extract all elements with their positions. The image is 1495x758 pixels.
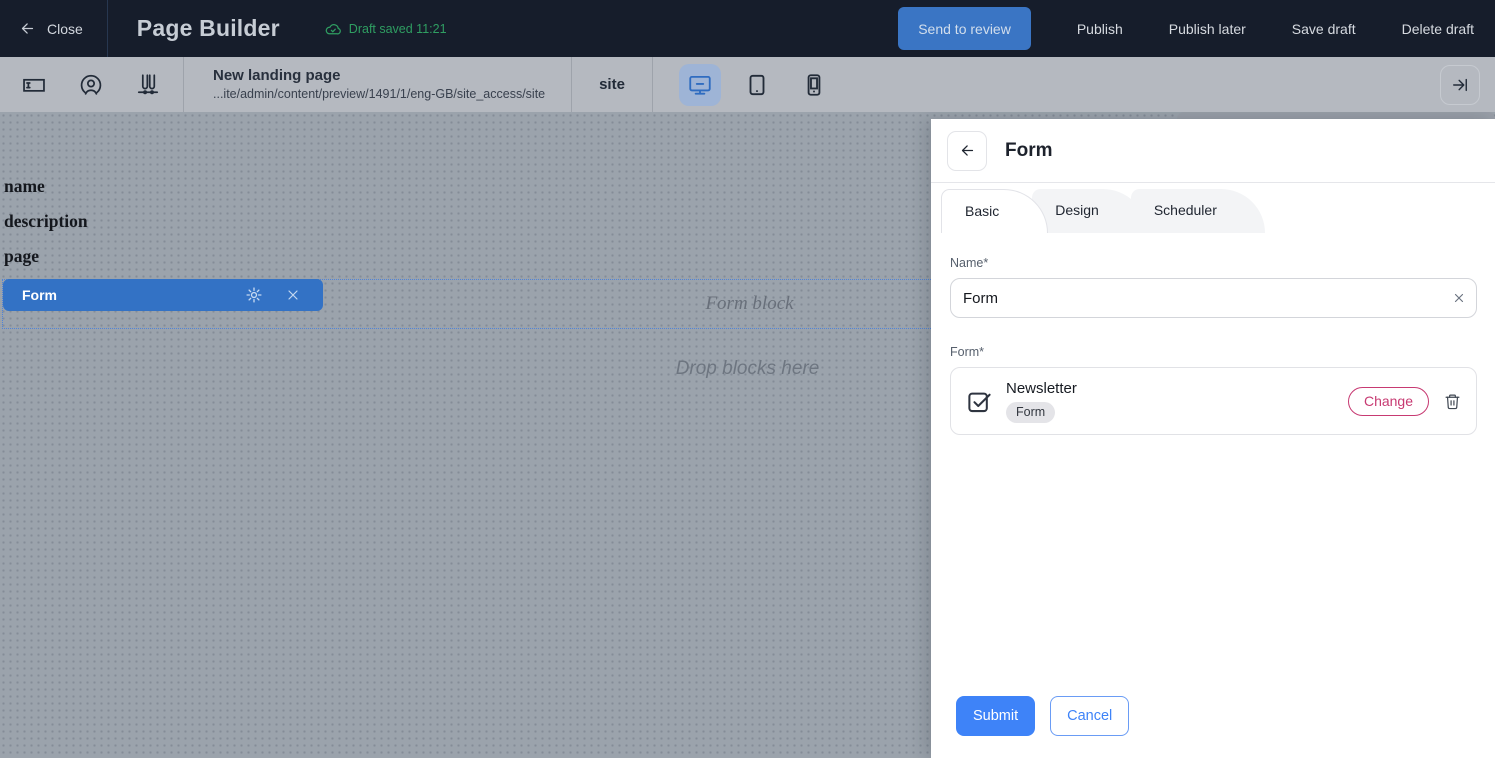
autosave-status: Draft saved 11:21 bbox=[324, 20, 447, 38]
panel-footer: Submit Cancel bbox=[956, 696, 1129, 736]
versions-icon[interactable] bbox=[135, 72, 161, 98]
panel-back-button[interactable] bbox=[947, 131, 987, 171]
topbar: Close Page Builder Draft saved 11:21 Sen… bbox=[0, 0, 1495, 57]
panel-body: Name* Form* Newsletter Form Change bbox=[931, 233, 1495, 435]
selected-form-card: Newsletter Form Change bbox=[950, 367, 1477, 435]
block-config-panel: Form Basic Design Scheduler Name* Form* … bbox=[931, 119, 1495, 758]
trash-icon[interactable] bbox=[1444, 393, 1461, 410]
close-label: Close bbox=[47, 21, 83, 37]
tablet-preview-button[interactable] bbox=[736, 64, 778, 106]
toolbar-icon-group bbox=[0, 72, 183, 98]
canvas-field-description: description bbox=[4, 211, 88, 232]
content-type-badge: Form bbox=[1006, 402, 1055, 423]
clear-input-icon[interactable] bbox=[1452, 291, 1466, 305]
desktop-icon bbox=[687, 72, 713, 98]
back-arrow-icon bbox=[19, 20, 36, 37]
block-action-bar: Form bbox=[3, 279, 323, 311]
autosave-text: Draft saved 11:21 bbox=[349, 22, 447, 36]
profile-icon[interactable] bbox=[78, 72, 104, 98]
back-arrow-icon bbox=[959, 142, 976, 159]
page-path: ...ite/admin/content/preview/1491/1/eng-… bbox=[213, 86, 571, 102]
preview-toolbar: New landing page ...ite/admin/content/pr… bbox=[0, 57, 1495, 112]
mobile-icon bbox=[801, 72, 827, 98]
device-switcher bbox=[679, 64, 835, 106]
delete-draft-button[interactable]: Delete draft bbox=[1402, 21, 1474, 37]
page-info: New landing page ...ite/admin/content/pr… bbox=[184, 67, 571, 102]
topbar-actions: Send to review Publish Publish later Sav… bbox=[898, 7, 1495, 50]
toolbar-divider bbox=[652, 57, 653, 112]
panel-tabs: Basic Design Scheduler bbox=[931, 189, 1495, 233]
block-label: Form bbox=[3, 287, 57, 303]
canvas-field-page: page bbox=[4, 246, 39, 267]
block-settings-icon[interactable] bbox=[245, 286, 263, 304]
collapse-panel-button[interactable] bbox=[1440, 65, 1480, 105]
cancel-button[interactable]: Cancel bbox=[1050, 696, 1129, 736]
canvas-field-name: name bbox=[4, 176, 45, 197]
topbar-divider bbox=[107, 0, 108, 57]
tab-design[interactable]: Design bbox=[1032, 189, 1147, 233]
site-selector[interactable]: site bbox=[572, 76, 652, 93]
change-button[interactable]: Change bbox=[1348, 387, 1429, 416]
submit-button[interactable]: Submit bbox=[956, 696, 1035, 736]
fields-icon[interactable] bbox=[21, 72, 47, 98]
name-field-wrap bbox=[950, 278, 1477, 318]
selected-form-info: Newsletter Form bbox=[1006, 380, 1077, 423]
publish-later-button[interactable]: Publish later bbox=[1169, 21, 1246, 37]
cloud-check-icon bbox=[324, 20, 342, 38]
name-field-label: Name* bbox=[950, 256, 1477, 270]
arrow-to-right-icon bbox=[1450, 75, 1470, 95]
mobile-preview-button[interactable] bbox=[793, 64, 835, 106]
send-to-review-button[interactable]: Send to review bbox=[898, 7, 1031, 50]
app-title: Page Builder bbox=[137, 15, 280, 42]
panel-title: Form bbox=[1005, 140, 1053, 162]
desktop-preview-button[interactable] bbox=[679, 64, 721, 106]
publish-button[interactable]: Publish bbox=[1077, 21, 1123, 37]
selected-form-name: Newsletter bbox=[1006, 380, 1077, 397]
save-draft-button[interactable]: Save draft bbox=[1292, 21, 1356, 37]
panel-header: Form bbox=[931, 119, 1495, 183]
name-input[interactable] bbox=[950, 278, 1477, 318]
tablet-icon bbox=[744, 72, 770, 98]
tab-scheduler[interactable]: Scheduler bbox=[1131, 189, 1265, 233]
form-type-icon bbox=[966, 388, 993, 415]
page-title: New landing page bbox=[213, 67, 571, 86]
close-button[interactable]: Close bbox=[0, 20, 83, 37]
form-field-label: Form* bbox=[950, 345, 1477, 359]
block-remove-icon[interactable] bbox=[285, 287, 301, 303]
